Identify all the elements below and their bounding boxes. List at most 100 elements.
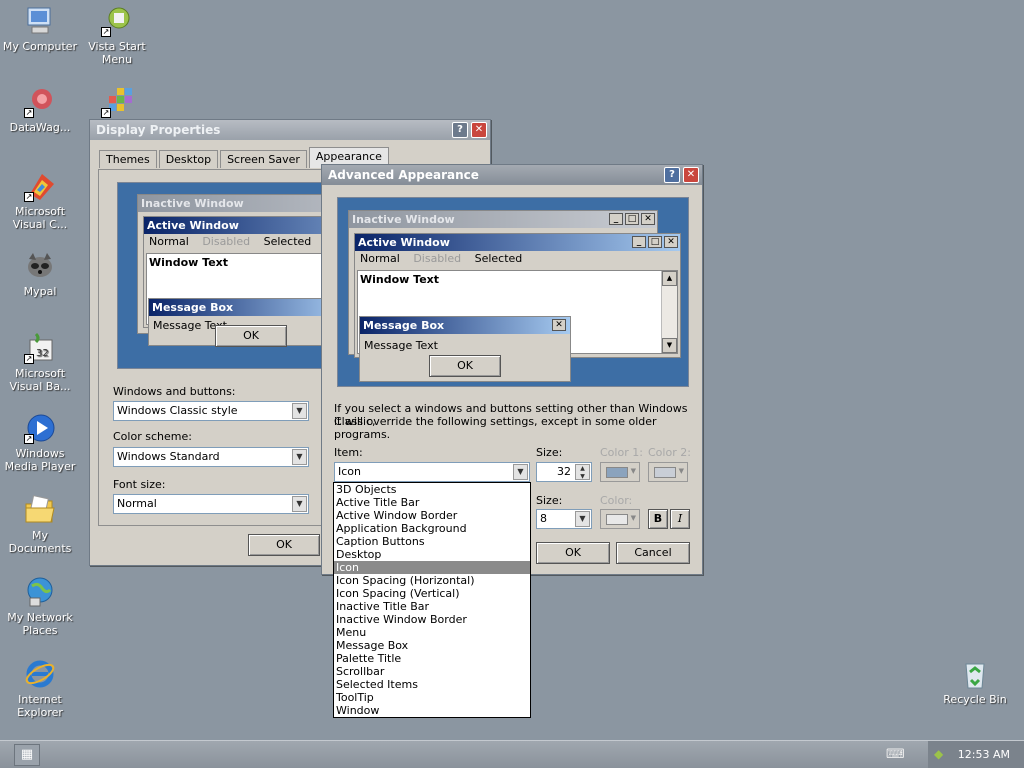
shortcut-arrow-icon: ↗ [24, 192, 34, 202]
stepper-arrows-icon[interactable]: ▲ ▼ [575, 464, 590, 480]
color2-label: Color 2: [648, 446, 691, 459]
italic-button[interactable]: I [670, 509, 690, 529]
tab-desktop[interactable]: Desktop [158, 150, 219, 168]
desktop-icon-windows-media-player[interactable]: ↗ Windows Media Player [0, 412, 80, 473]
desktop-icon-label: Internet Explorer [17, 693, 63, 719]
list-item[interactable]: Inactive Title Bar [334, 600, 530, 613]
close-icon: ✕ [641, 213, 655, 225]
list-item[interactable]: Menu [334, 626, 530, 639]
datawag-icon: ↗ [24, 86, 56, 118]
tab-themes[interactable]: Themes [99, 150, 157, 168]
desktop-icon-my-computer[interactable]: My Computer [0, 5, 80, 53]
advanced-appearance-titlebar[interactable]: Advanced Appearance ? ✕ [322, 165, 702, 185]
font-color-label: Color: [600, 494, 633, 507]
desktop-icon-label: Recycle Bin [943, 693, 1007, 706]
advanced-ok-button[interactable]: OK [536, 542, 610, 564]
chevron-down-icon[interactable]: ▼ [575, 511, 590, 527]
scroll-up-icon: ▲ [662, 271, 677, 286]
close-button[interactable]: ✕ [471, 122, 487, 138]
preview-active-title: Active Window _ □ ✕ [355, 234, 680, 251]
list-item[interactable]: Icon Spacing (Horizontal) [334, 574, 530, 587]
list-item[interactable]: Caption Buttons [334, 535, 530, 548]
color-swatch [606, 514, 628, 525]
color1-picker[interactable]: ▼ [600, 462, 640, 482]
desktop-icon-blocks[interactable]: ↗ [77, 86, 157, 121]
window-title: Advanced Appearance [328, 168, 479, 182]
chevron-down-icon: ▼ [630, 514, 636, 522]
list-item[interactable]: Message Box [334, 639, 530, 652]
desktop-icon-label: My Documents [8, 529, 72, 555]
taskbar: ▦ ⌨ ◆ 12:53 AM [0, 740, 1024, 768]
list-item[interactable]: Window [334, 704, 530, 717]
chevron-down-icon: ▼ [678, 467, 684, 475]
font-size-select[interactable]: 8 ▼ [536, 509, 592, 529]
taskbar-clock[interactable]: 12:53 AM [958, 748, 1010, 761]
close-icon: ✕ [552, 319, 566, 331]
list-item[interactable]: 3D Objects [334, 483, 530, 496]
chevron-down-icon[interactable]: ▼ [292, 449, 307, 465]
item-dropdown-list[interactable]: 3D Objects Active Title Bar Active Window … [333, 482, 531, 718]
desktop-icon-mypal[interactable]: Mypal [0, 250, 80, 298]
chevron-down-icon[interactable]: ▼ [292, 496, 307, 512]
list-item[interactable]: Scrollbar [334, 665, 530, 678]
item-size-label: Size: [536, 446, 563, 459]
desktop-icon-my-documents[interactable]: My Documents [0, 494, 80, 555]
color2-picker[interactable]: ▼ [648, 462, 688, 482]
list-item[interactable]: Inactive Window Border [334, 613, 530, 626]
list-item[interactable]: Application Background [334, 522, 530, 535]
bold-button[interactable]: B [648, 509, 668, 529]
desktop-icon-datawag[interactable]: ↗ DataWag... [0, 86, 80, 134]
desktop-icon-label: Windows Media Player [4, 447, 76, 473]
help-button[interactable]: ? [452, 122, 468, 138]
tab-screen-saver[interactable]: Screen Saver [220, 150, 307, 168]
desktop-icon-vista-start-menu[interactable]: ↗ Vista Start Menu [77, 5, 157, 66]
windows-buttons-select[interactable]: Windows Classic style ▼ [113, 401, 309, 421]
list-item[interactable]: Icon [334, 561, 530, 574]
item-size-stepper[interactable]: 32 ▲ ▼ [536, 462, 592, 482]
scroll-down-icon: ▼ [662, 338, 677, 353]
start-button[interactable]: ▦ [14, 744, 40, 766]
desktop-icon-label: My Network Places [7, 611, 73, 637]
list-item[interactable]: Active Window Border [334, 509, 530, 522]
list-item[interactable]: Active Title Bar [334, 496, 530, 509]
list-item[interactable]: ToolTip [334, 691, 530, 704]
preview-menu-bar: Normal Disabled Selected [355, 251, 680, 267]
close-button[interactable]: ✕ [683, 167, 699, 183]
desktop-icon-label: Microsoft Visual C... [12, 205, 68, 231]
raccoon-icon [24, 250, 56, 282]
preview-message-text: Message Text [364, 339, 438, 352]
help-button[interactable]: ? [664, 167, 680, 183]
system-tray: ◆ 12:53 AM [928, 741, 1024, 768]
advanced-preview: Inactive Window _ □ ✕ Active Window _ □ … [337, 197, 689, 387]
color-scheme-select[interactable]: Windows Standard ▼ [113, 447, 309, 467]
font-size-select[interactable]: Normal ▼ [113, 494, 309, 514]
desktop-icon-microsoft-visual-basic[interactable]: 32 ↗ Microsoft Visual Ba... [0, 332, 80, 393]
minimize-icon: _ [609, 213, 623, 225]
desktop-icon-my-network-places[interactable]: My Network Places [0, 576, 80, 637]
list-item[interactable]: Desktop [334, 548, 530, 561]
vista-start-menu-icon: ↗ [101, 5, 133, 37]
desktop-icon-internet-explorer[interactable]: Internet Explorer [0, 658, 80, 719]
item-label: Item: [334, 446, 363, 459]
internet-explorer-icon [24, 658, 56, 690]
item-select[interactable]: Icon ▼ [334, 462, 530, 482]
list-item[interactable]: Selected Items [334, 678, 530, 691]
list-item[interactable]: Palette Title [334, 652, 530, 665]
menu-selected: Selected [263, 235, 312, 248]
keyboard-icon[interactable]: ⌨ [886, 747, 905, 762]
visual-basic-icon: 32 ↗ [24, 332, 56, 364]
font-color-picker[interactable]: ▼ [600, 509, 640, 529]
computer-icon [24, 5, 56, 37]
shortcut-arrow-icon: ↗ [24, 354, 34, 364]
desktop-icon-recycle-bin[interactable]: Recycle Bin [935, 658, 1015, 706]
menu-normal: Normal [360, 252, 400, 265]
chevron-down-icon[interactable]: ▼ [292, 403, 307, 419]
display-properties-ok-button[interactable]: OK [248, 534, 320, 556]
desktop-icon-microsoft-visual-c[interactable]: ↗ Microsoft Visual C... [0, 170, 80, 231]
chevron-down-icon[interactable]: ▼ [513, 464, 528, 480]
list-item[interactable]: Icon Spacing (Vertical) [334, 587, 530, 600]
info-line-2: it will override the following settings,… [334, 415, 657, 441]
tray-app-icon[interactable]: ◆ [934, 747, 943, 761]
display-properties-titlebar[interactable]: Display Properties ? ✕ [90, 120, 490, 140]
advanced-cancel-button[interactable]: Cancel [616, 542, 690, 564]
